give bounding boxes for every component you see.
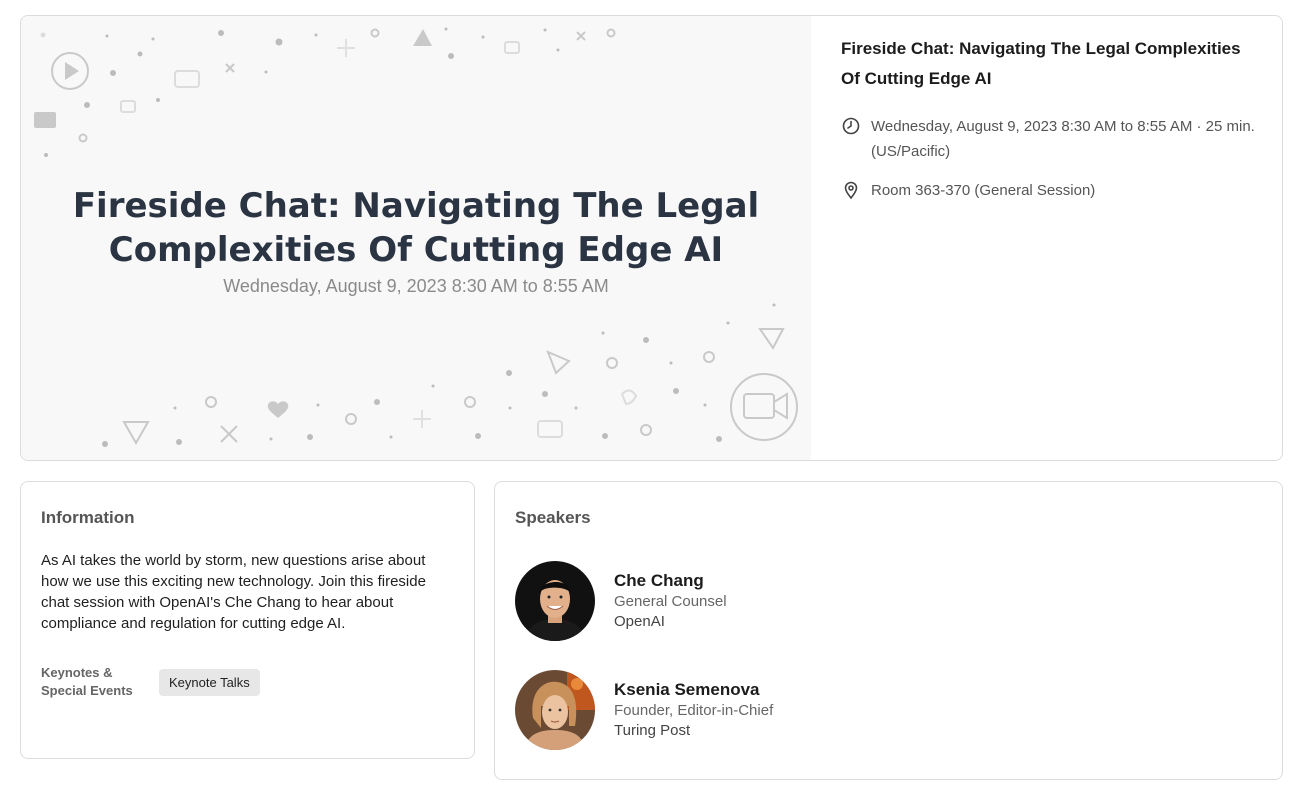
speaker-item[interactable]: Ksenia Semenova Founder, Editor-in-Chief… <box>515 670 773 750</box>
speaker-name[interactable]: Ksenia Semenova <box>614 679 773 701</box>
clock-icon <box>842 117 860 135</box>
session-time: Wednesday, August 9, 2023 8:30 AM to 8:5… <box>871 118 1255 160</box>
speaker-avatar[interactable] <box>515 670 595 750</box>
session-location-row: Room 363-370 (General Session) <box>841 178 1261 203</box>
keynote-talks-tag[interactable]: Keynote Talks <box>159 668 260 696</box>
speaker-info: Ksenia Semenova Founder, Editor-in-Chief… <box>614 679 773 741</box>
information-description: As AI takes the world by storm, new ques… <box>41 552 426 632</box>
speaker-info: Che Chang General Counsel OpenAI <box>614 570 727 632</box>
speaker-role: Founder, Editor-in-Chief <box>614 702 774 719</box>
speakers-card: Speakers Che Chang General Counsel OpenA… <box>494 481 1283 780</box>
session-location: Room 363-370 (General Session) <box>871 182 1096 199</box>
speaker-name[interactable]: Che Chang <box>614 570 727 592</box>
session-banner: Fireside Chat: Navigating The Legal Comp… <box>21 16 811 460</box>
session-time-row: Wednesday, August 9, 2023 8:30 AM to 8:5… <box>841 114 1261 164</box>
speakers-heading: Speakers <box>515 508 591 527</box>
session-hero-card: Fireside Chat: Navigating The Legal Comp… <box>20 15 1283 461</box>
banner-date: Wednesday, August 9, 2023 8:30 AM to 8:5… <box>223 276 609 296</box>
speaker-org: OpenAI <box>614 613 665 630</box>
speaker-avatar[interactable] <box>515 561 595 641</box>
session-title: Fireside Chat: Navigating The Legal Comp… <box>841 39 1241 88</box>
tag-row: Keynotes & Special Events Keynote Talks <box>41 664 454 700</box>
speaker-role: General Counsel <box>614 593 727 610</box>
information-heading: Information <box>41 508 135 527</box>
information-card: Information As AI takes the world by sto… <box>20 481 475 759</box>
session-details: Fireside Chat: Navigating The Legal Comp… <box>841 34 1261 203</box>
tag-category: Keynotes & Special Events <box>41 665 133 698</box>
speaker-item[interactable]: Che Chang General Counsel OpenAI <box>515 561 727 641</box>
speaker-org: Turing Post <box>614 722 691 739</box>
banner-title: Fireside Chat: Navigating The Legal Comp… <box>72 186 760 270</box>
location-pin-icon <box>844 181 858 200</box>
